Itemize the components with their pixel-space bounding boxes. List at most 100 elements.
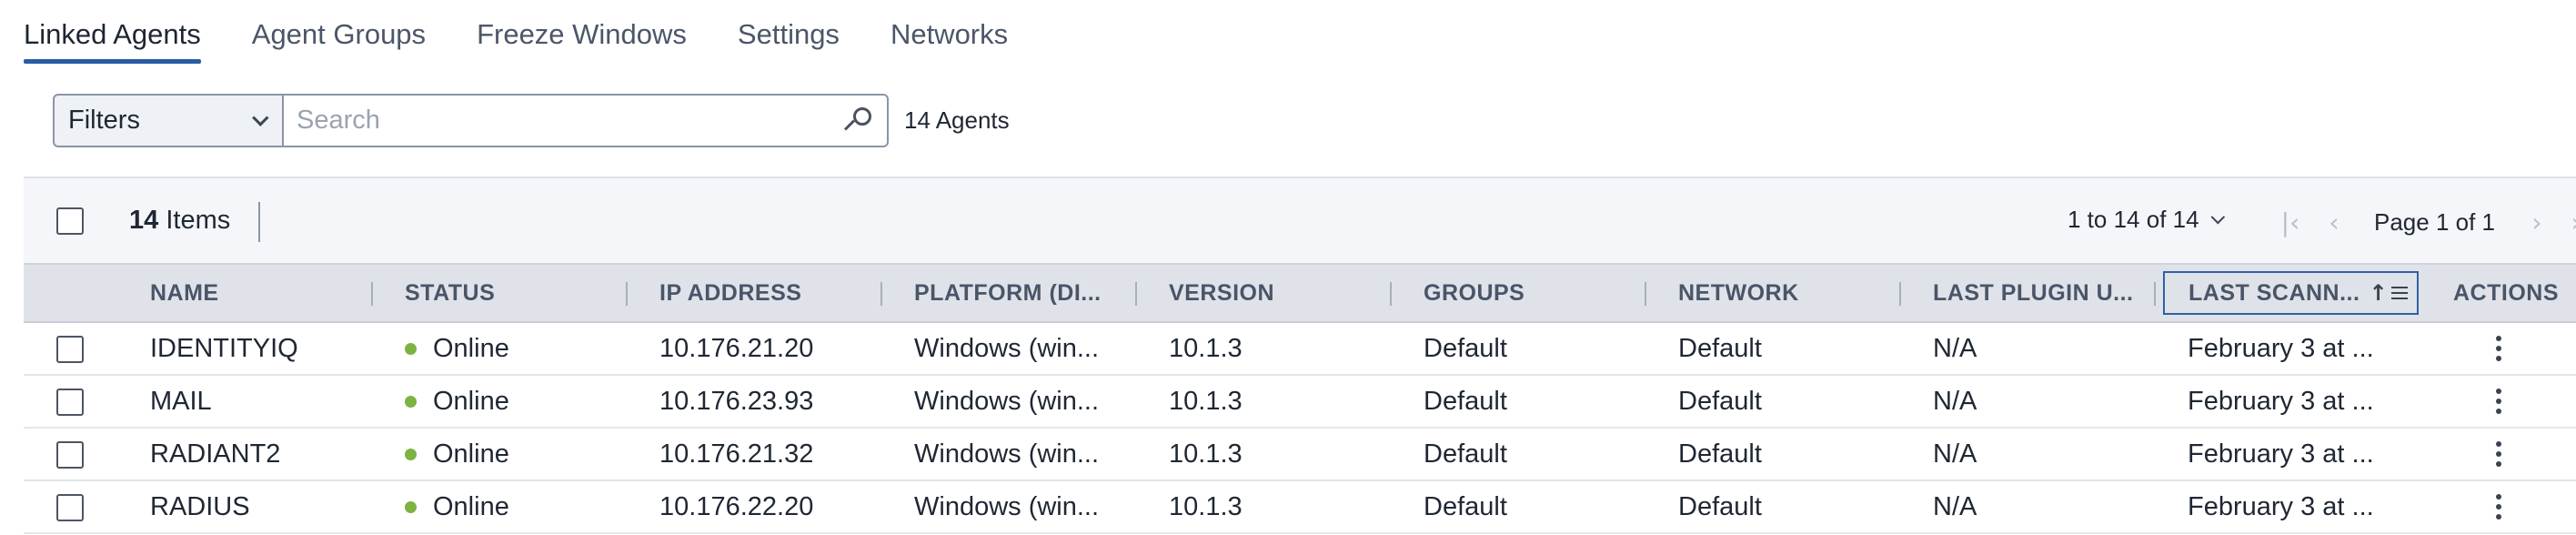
row-checkbox[interactable]: [56, 389, 84, 416]
agent-count: 14 Agents: [904, 106, 1010, 134]
table-row[interactable]: RADIANT2 Online 10.176.21.32 Windows (wi…: [24, 429, 2576, 481]
column-header-platform[interactable]: PLATFORM (DI...: [914, 265, 1102, 321]
search-input[interactable]: [297, 106, 806, 136]
cell-last-plugin-update: N/A: [1933, 491, 1977, 521]
row-checkbox[interactable]: [56, 441, 84, 469]
prev-page-icon[interactable]: ‹: [2312, 207, 2356, 237]
table-toolbar: 14 Items 1 to 14 of 14 |‹ ‹ Page 1 of 1 …: [24, 177, 2576, 263]
kebab-menu-icon[interactable]: [2496, 323, 2501, 374]
cell-name[interactable]: RADIUS: [150, 481, 250, 532]
status-label: Online: [433, 386, 509, 416]
cell-version: 10.1.3: [1169, 491, 1243, 521]
column-resize-handle[interactable]: [1390, 282, 1392, 306]
kebab-menu-icon[interactable]: [2496, 376, 2501, 427]
column-header-network[interactable]: NETWORK: [1678, 265, 1799, 321]
tab-agent-groups[interactable]: Agent Groups: [252, 0, 426, 66]
table-row[interactable]: IDENTITYIQ Online 10.176.21.20 Windows (…: [24, 323, 2576, 376]
cell-status: Online: [405, 481, 509, 532]
select-all-checkbox[interactable]: [56, 207, 84, 235]
column-resize-handle[interactable]: [1645, 282, 1646, 306]
column-header-last-scanned[interactable]: LAST SCANN... ↑: [2163, 271, 2420, 315]
cell-groups: Default: [1424, 386, 1507, 416]
column-header-name[interactable]: NAME: [150, 265, 219, 321]
table-header: NAME STATUS IP ADDRESS PLATFORM (DI... V…: [24, 263, 2576, 323]
cell-ip-address: 10.176.21.20: [659, 333, 814, 363]
cell-platform: Windows (win...: [914, 439, 1100, 469]
column-resize-handle[interactable]: [2154, 282, 2156, 306]
cell-last-plugin-update: N/A: [1933, 333, 1977, 363]
page-label: Page 1 of 1: [2374, 207, 2495, 236]
column-header-status[interactable]: STATUS: [405, 265, 495, 321]
last-page-icon[interactable]: ›|: [2559, 207, 2576, 237]
column-header-last-plugin-update[interactable]: LAST PLUGIN U...: [1933, 265, 2134, 321]
cell-groups: Default: [1424, 491, 1507, 521]
cell-status: Online: [405, 323, 509, 374]
status-online-dot: [405, 448, 417, 460]
status-label: Online: [433, 439, 509, 469]
cell-network: Default: [1678, 386, 1762, 416]
column-resize-handle[interactable]: [371, 282, 373, 306]
column-header-ip-address[interactable]: IP ADDRESS: [659, 265, 801, 321]
table-row[interactable]: RADIUS Online 10.176.22.20 Windows (win.…: [24, 481, 2576, 534]
column-header-groups[interactable]: GROUPS: [1424, 265, 1524, 321]
cell-platform: Windows (win...: [914, 333, 1100, 363]
search-icon[interactable]: [843, 106, 872, 136]
cell-last-plugin-update: N/A: [1933, 439, 1977, 469]
tab-linked-agents[interactable]: Linked Agents: [24, 0, 201, 66]
toolbar-divider: [258, 202, 260, 242]
column-header-version[interactable]: VERSION: [1169, 265, 1274, 321]
cell-ip-address: 10.176.21.32: [659, 439, 814, 469]
cell-platform: Windows (win...: [914, 491, 1100, 521]
cell-platform: Windows (win...: [914, 386, 1100, 416]
kebab-menu-icon[interactable]: [2496, 429, 2501, 479]
filters-label: Filters: [68, 106, 140, 135]
kebab-menu-icon[interactable]: [2496, 481, 2501, 532]
status-online-dot: [405, 500, 417, 513]
chevron-down-icon: [252, 109, 269, 126]
cell-version: 10.1.3: [1169, 386, 1243, 416]
status-online-dot: [405, 395, 417, 408]
cell-last-plugin-update: N/A: [1933, 386, 1977, 416]
range-selector[interactable]: 1 to 14 of 14: [2068, 206, 2225, 234]
cell-last-scanned: February 3 at ...: [2188, 333, 2374, 363]
cell-last-scanned: February 3 at ...: [2188, 491, 2374, 521]
table-row[interactable]: MAIL Online 10.176.23.93 Windows (win...…: [24, 376, 2576, 429]
cell-network: Default: [1678, 439, 1762, 469]
chevron-down-icon: [2210, 209, 2225, 225]
tab-bar: Linked Agents Agent Groups Freeze Window…: [24, 0, 1059, 66]
cell-name[interactable]: IDENTITYIQ: [150, 323, 298, 374]
row-checkbox[interactable]: [56, 336, 84, 363]
range-label: 1 to 14 of 14: [2068, 206, 2199, 233]
cell-network: Default: [1678, 333, 1762, 363]
cell-version: 10.1.3: [1169, 333, 1243, 363]
tab-settings[interactable]: Settings: [738, 0, 840, 66]
tab-networks[interactable]: Networks: [891, 0, 1008, 66]
cell-status: Online: [405, 429, 509, 479]
filter-bar: Filters 14 Agents: [53, 94, 1010, 147]
column-resize-handle[interactable]: [626, 282, 628, 306]
sort-ascending-icon[interactable]: ↑: [2369, 280, 2388, 306]
cell-name[interactable]: MAIL: [150, 376, 212, 427]
next-page-icon[interactable]: ›: [2515, 207, 2559, 237]
pagination: |‹ ‹ Page 1 of 1 › ›|: [2269, 202, 2576, 242]
table-body: IDENTITYIQ Online 10.176.21.20 Windows (…: [24, 323, 2576, 534]
items-count-number: 14: [129, 206, 159, 235]
cell-name[interactable]: RADIANT2: [150, 429, 280, 479]
column-menu-icon[interactable]: [2391, 287, 2409, 299]
first-page-icon[interactable]: |‹: [2269, 207, 2312, 237]
column-header-actions: ACTIONS: [2453, 279, 2559, 306]
column-resize-handle[interactable]: [1135, 282, 1137, 306]
cell-ip-address: 10.176.23.93: [659, 386, 814, 416]
row-checkbox[interactable]: [56, 494, 84, 521]
cell-status: Online: [405, 376, 509, 427]
column-resize-handle[interactable]: [880, 282, 882, 306]
status-online-dot: [405, 342, 417, 355]
column-header-last-scanned-label: LAST SCANN...: [2189, 279, 2360, 306]
filters-dropdown[interactable]: Filters: [53, 94, 282, 147]
items-count-label: Items: [166, 206, 231, 235]
cell-version: 10.1.3: [1169, 439, 1243, 469]
cell-last-scanned: February 3 at ...: [2188, 439, 2374, 469]
cell-network: Default: [1678, 491, 1762, 521]
column-resize-handle[interactable]: [1899, 282, 1901, 306]
tab-freeze-windows[interactable]: Freeze Windows: [477, 0, 687, 66]
